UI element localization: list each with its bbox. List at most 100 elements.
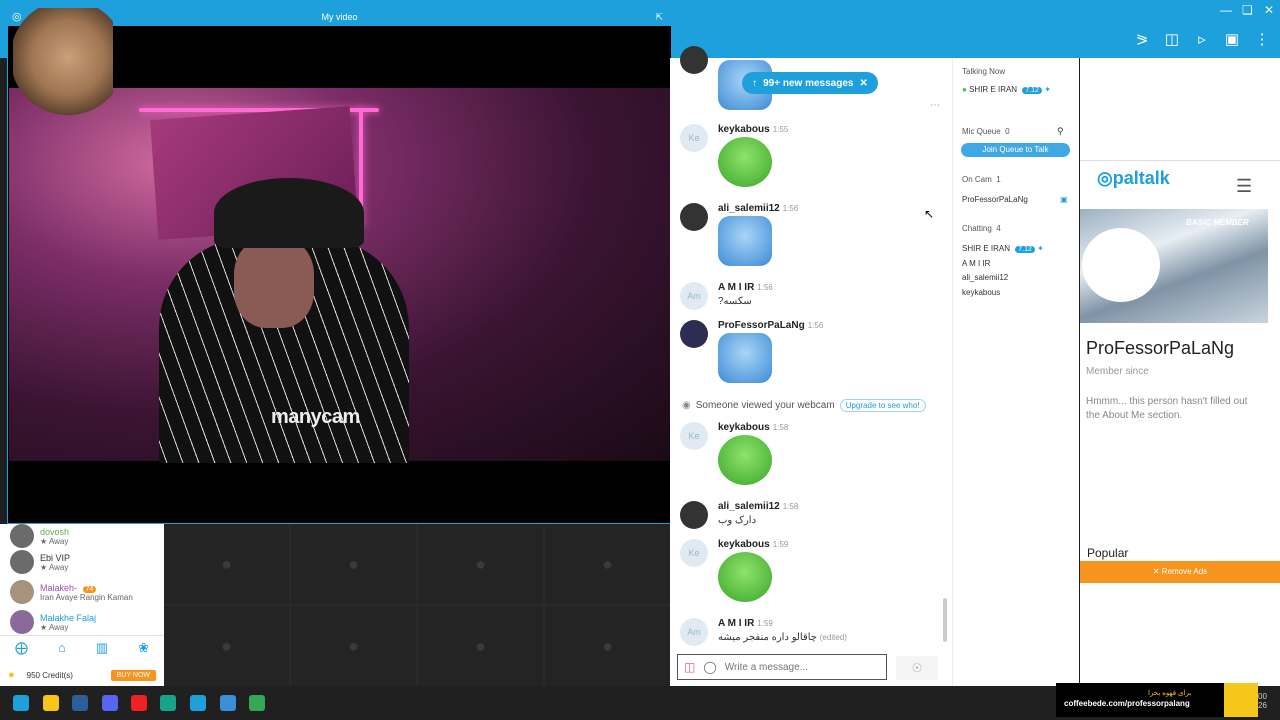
list-item[interactable]: Ebi VIP ★ Away	[10, 550, 70, 574]
upgrade-button[interactable]: Upgrade to see who!	[839, 399, 926, 412]
talking-now-label: Talking Now	[962, 67, 1006, 76]
verified-icon: ✦	[1037, 244, 1044, 253]
more-options-icon[interactable]: ⋮	[1254, 30, 1270, 48]
user-name: dovosh	[40, 526, 70, 537]
camera-slot[interactable]: ●	[164, 524, 289, 604]
message-author[interactable]: ProFessorPaLaNg	[718, 320, 805, 331]
promo-overlay: برای قهوه بخرا coffeebede.com/professorp…	[1056, 683, 1224, 717]
chatting-user[interactable]: ali_salemii12	[962, 273, 1008, 282]
message-time: 1:58	[782, 502, 799, 511]
list-item[interactable]: Malakhe Falaj ★ Away	[10, 610, 96, 634]
sticker	[718, 137, 772, 187]
minimize-button[interactable]: —	[1220, 3, 1232, 17]
message-author[interactable]: A M I IR	[718, 618, 754, 629]
leaderboard-icon[interactable]: ▥	[96, 640, 108, 656]
watermark: manycam	[271, 406, 360, 428]
sticker	[718, 216, 772, 266]
new-messages-pill[interactable]: ↑ 99+ new messages ✕	[742, 72, 878, 94]
message-author[interactable]: ali_salemii12	[718, 203, 780, 214]
compass-icon[interactable]: ⨁	[15, 640, 28, 656]
steam-icon[interactable]	[72, 695, 88, 711]
paltalk-icon: ◎	[1097, 168, 1113, 188]
video-title: My video	[321, 12, 358, 22]
promo-line1: برای قهوه بخرا	[1148, 690, 1192, 697]
chatting-user[interactable]: A M I IR	[962, 259, 990, 268]
user-status: Away	[48, 562, 69, 572]
camera-slot[interactable]: ●	[418, 524, 543, 604]
search-icon[interactable]: ⚲	[1057, 126, 1064, 137]
chrome-icon[interactable]	[249, 695, 265, 711]
megaphone-icon[interactable]: ▹	[1194, 30, 1210, 48]
chatting-user[interactable]: SHIR E IRAN 7.12 ✦	[962, 244, 1044, 253]
popout-icon[interactable]: ⇱	[655, 8, 663, 26]
camera-slot[interactable]: ●	[291, 524, 416, 604]
discord-icon[interactable]	[102, 695, 118, 711]
message-input[interactable]	[724, 661, 865, 673]
close-icon[interactable]: ✕	[859, 78, 867, 89]
mic-queue-count: 0	[1005, 127, 1010, 136]
sticker	[718, 333, 772, 383]
about-text: Hmmm... this person hasn't filled out th…	[1086, 396, 1248, 421]
remove-ads-button[interactable]: ✕ Remove Ads	[1080, 561, 1280, 583]
hamburger-icon[interactable]: ☰	[1236, 176, 1252, 197]
list-item[interactable]: dovosh ★ Away	[10, 524, 69, 548]
user-status: Away	[48, 536, 69, 546]
message-author[interactable]: keykabous	[718, 124, 770, 135]
coffee-cup-icon	[1224, 683, 1258, 717]
user-list: dovosh ★ Away Ebi VIP ★ Away Malakeh- 74 Ir…	[0, 524, 164, 684]
on-cam-user[interactable]: ProFessorPaLaNg	[962, 195, 1028, 204]
camera-icon[interactable]: ▣	[1224, 30, 1240, 48]
join-queue-button[interactable]: Join Queue to Talk	[961, 143, 1070, 157]
camera-slot[interactable]: ●	[545, 606, 670, 686]
file-explorer-icon[interactable]	[43, 695, 59, 711]
close-button[interactable]: ✕	[1264, 3, 1274, 17]
mouse-cursor-icon: ↖	[924, 207, 935, 221]
chatting-user[interactable]: keykabous	[962, 288, 1000, 297]
on-cam-label: On Cam	[962, 175, 992, 184]
message-options-icon[interactable]: ⋯	[930, 100, 940, 111]
eye-icon: ◉	[682, 400, 691, 411]
avatar	[10, 550, 34, 574]
buy-now-button[interactable]: BUY NOW	[110, 669, 156, 681]
badge-icon[interactable]: ❀	[138, 640, 149, 656]
camera-slot[interactable]: ●	[164, 606, 289, 686]
emoji-icon[interactable]: ◯	[703, 660, 716, 674]
avatar: Am	[680, 282, 708, 310]
message-composer: ◫ ◯	[677, 654, 887, 680]
message-author[interactable]: ali_salemii12	[718, 501, 780, 512]
profile-name: ProFessorPaLaNg	[1086, 338, 1235, 358]
message-time: 1:58	[772, 423, 789, 432]
windows-start-icon[interactable]	[13, 695, 29, 711]
camera-slot[interactable]: ●	[545, 524, 670, 604]
avatar	[680, 320, 708, 348]
opera-icon[interactable]	[131, 695, 147, 711]
message-text: سکسه?	[718, 296, 752, 307]
camera-slot[interactable]: ●	[418, 606, 543, 686]
message-time: 1:56	[782, 204, 799, 213]
restore-button[interactable]: ❏	[1242, 3, 1253, 17]
chat-scrollbar[interactable]	[943, 598, 947, 642]
mic-button[interactable]: ☉	[896, 656, 938, 680]
message-author[interactable]: keykabous	[718, 422, 770, 433]
list-item[interactable]: Malakeh- 74 Iran Avaye Rangin Kaman	[10, 580, 133, 604]
message-author[interactable]: keykabous	[718, 539, 770, 550]
home-icon[interactable]: ⌂	[58, 640, 66, 655]
paltalk-icon[interactable]	[190, 695, 206, 711]
paltalk-active-icon[interactable]	[220, 695, 236, 711]
system-clock: 00 26	[1258, 692, 1267, 710]
talking-user[interactable]: ● SHIR E IRAN 7.12 ✦	[962, 85, 1051, 94]
avatar: Ke	[680, 539, 708, 567]
new-messages-label: 99+ new messages	[763, 77, 854, 89]
gift-icon[interactable]: ◫	[1164, 30, 1180, 48]
message-time: 1:56	[807, 321, 824, 330]
camera-slot[interactable]: ●	[291, 606, 416, 686]
user-name: Ebi VIP	[40, 552, 71, 563]
avatar	[680, 203, 708, 231]
user-name: Malakhe Falaj	[40, 612, 97, 623]
message-author[interactable]: A M I IR	[718, 282, 754, 293]
share-icon[interactable]: ⪖	[1134, 30, 1150, 48]
user-name: Malakeh-	[40, 582, 78, 593]
app-icon[interactable]	[160, 695, 176, 711]
gift-icon[interactable]: ◫	[684, 660, 695, 674]
verified-icon: ✦	[1044, 85, 1051, 94]
